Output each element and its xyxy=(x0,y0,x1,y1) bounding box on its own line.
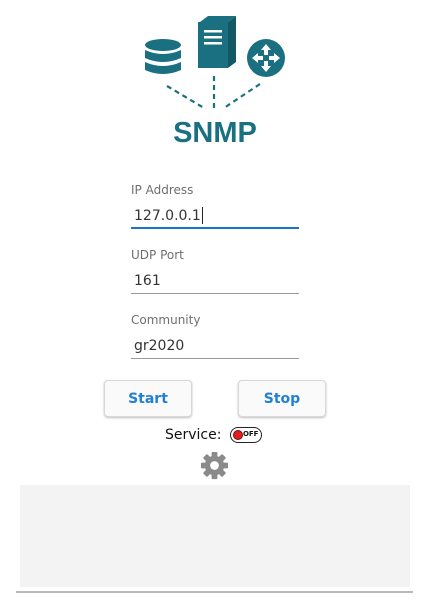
bottom-divider xyxy=(16,591,413,593)
snmp-logo: SNMP xyxy=(145,16,285,146)
connector-lines xyxy=(166,76,261,109)
udp-port-input[interactable]: 161 xyxy=(131,268,299,294)
ip-address-input[interactable]: 127.0.0.1 xyxy=(131,203,299,229)
router-icon xyxy=(247,39,285,77)
service-status-row: Service: OFF xyxy=(165,425,263,445)
community-value: gr2020 xyxy=(134,338,185,354)
stop-button[interactable]: Stop xyxy=(238,380,326,417)
snmp-app-window: SNMP IP Address 127.0.0.1 UDP Port 161 C… xyxy=(0,0,430,609)
ip-address-field: IP Address 127.0.0.1 xyxy=(131,183,299,229)
ip-address-label: IP Address xyxy=(131,183,194,197)
ip-address-value: 127.0.0.1 xyxy=(134,208,201,224)
service-label: Service: xyxy=(165,427,222,443)
community-input[interactable]: gr2020 xyxy=(131,333,299,359)
service-toggle-text: OFF xyxy=(242,430,259,438)
start-button[interactable]: Start xyxy=(104,380,192,417)
udp-port-field: UDP Port 161 xyxy=(131,248,299,294)
service-toggle[interactable]: OFF xyxy=(230,427,263,443)
udp-port-value: 161 xyxy=(134,273,161,289)
community-label: Community xyxy=(131,313,201,327)
log-output-area[interactable] xyxy=(20,485,410,587)
udp-port-label: UDP Port xyxy=(131,248,184,262)
server-icon xyxy=(198,16,236,68)
community-field: Community gr2020 xyxy=(131,313,299,359)
database-icon xyxy=(145,39,181,74)
text-caret xyxy=(201,206,203,224)
gear-icon[interactable] xyxy=(199,450,230,481)
snmp-logo-text: SNMP xyxy=(173,117,257,146)
